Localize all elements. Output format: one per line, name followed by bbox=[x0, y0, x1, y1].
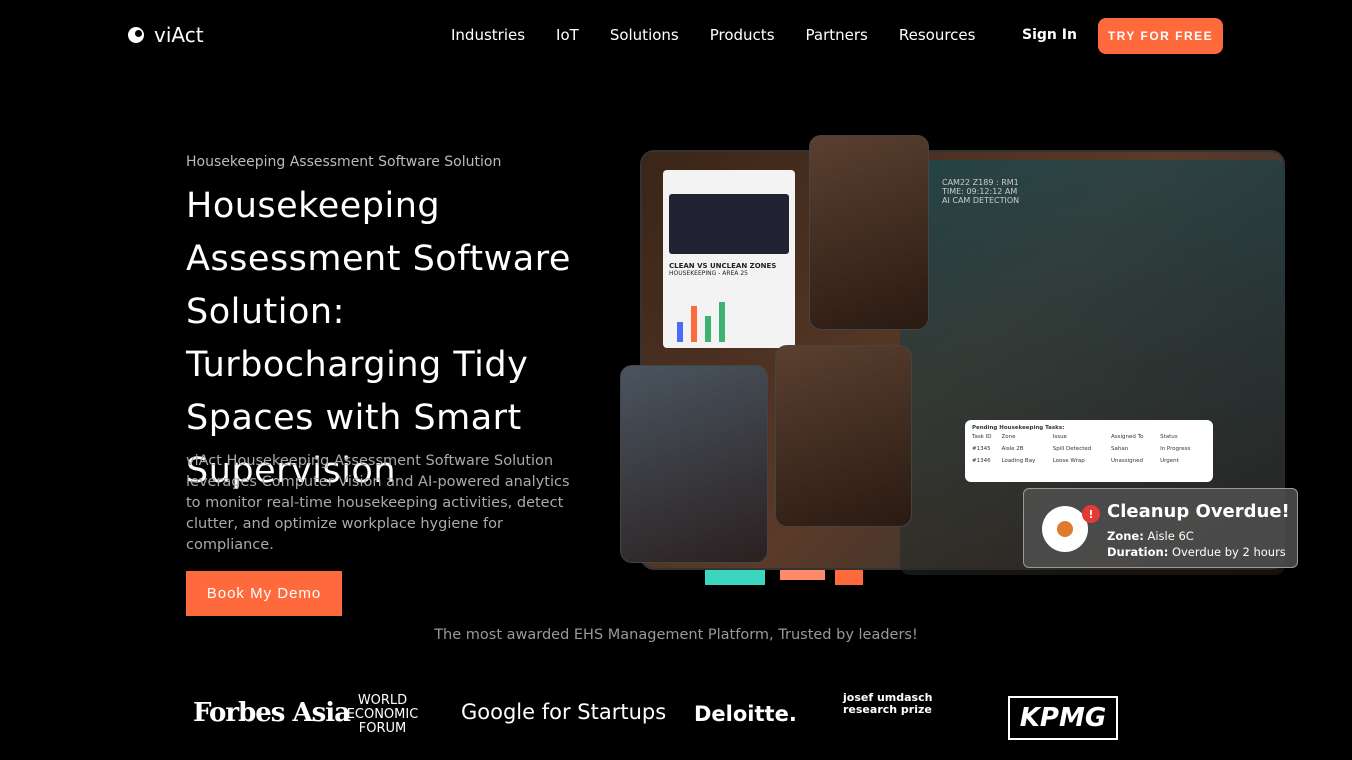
exclamation-icon: ! bbox=[1082, 505, 1100, 523]
nav-partners[interactable]: Partners bbox=[806, 26, 868, 44]
nav-resources[interactable]: Resources bbox=[899, 26, 976, 44]
book-demo-button[interactable]: Book My Demo bbox=[186, 571, 342, 616]
brand-name: viAct bbox=[154, 23, 204, 47]
sign-in-link[interactable]: Sign In bbox=[1022, 27, 1077, 43]
cam-id: CAM22 Z189 : RM1 bbox=[942, 178, 1019, 187]
alert-duration: Overdue by 2 hours bbox=[1171, 545, 1286, 559]
wef-logo: WORLD ECONOMIC FORUM bbox=[346, 693, 419, 736]
google-startups-logo: Google for Startups bbox=[461, 700, 667, 724]
inspector-photo bbox=[620, 365, 768, 563]
nav-industries[interactable]: Industries bbox=[451, 26, 525, 44]
nav-products[interactable]: Products bbox=[710, 26, 775, 44]
brand-logo[interactable]: viAct bbox=[124, 23, 204, 47]
viact-logo-icon bbox=[124, 24, 148, 46]
hero-eyebrow: Housekeeping Assessment Software Solutio… bbox=[186, 154, 502, 170]
trusted-text: The most awarded EHS Management Platform… bbox=[434, 627, 918, 643]
alert-title: Cleanup Overdue! bbox=[1107, 501, 1290, 522]
nav-iot[interactable]: IoT bbox=[556, 26, 579, 44]
dashboard-chart bbox=[669, 194, 789, 254]
cleanup-alert: ! Cleanup Overdue! Zone: Aisle 6C Durati… bbox=[1023, 488, 1298, 568]
dash-bars bbox=[677, 302, 725, 342]
cleaning-photo bbox=[775, 345, 912, 527]
forbes-logo: Forbes Asia bbox=[193, 698, 351, 728]
navbar: viAct Industries IoT Solutions Products … bbox=[0, 0, 1352, 70]
dash-subtitle: HOUSEKEEPING - AREA 25 bbox=[669, 270, 748, 277]
table-row: #1346 Loading Bay Loose Wrap Unassigned Urge… bbox=[972, 458, 1179, 464]
umdasch-logo: josef umdasch research prize bbox=[843, 691, 933, 716]
camera-overlay: CAM22 Z189 : RM1 TIME: 09:12:12 AM AI CA… bbox=[942, 178, 1019, 205]
deloitte-logo: Deloitte. bbox=[694, 702, 797, 726]
table-row: #1345 Aisle 2B Spill Detected Sahan In Progr… bbox=[972, 446, 1191, 452]
try-for-free-button[interactable]: TRY FOR FREE bbox=[1098, 18, 1223, 54]
hero-illustration: CAM22 Z189 : RM1 TIME: 09:12:12 AM AI CA… bbox=[620, 130, 1310, 590]
nav-solutions[interactable]: Solutions bbox=[610, 26, 679, 44]
cam-label: AI CAM DETECTION bbox=[942, 196, 1020, 205]
dashboard-card: CLEAN VS UNCLEAN ZONES HOUSEKEEPING - AR… bbox=[663, 170, 795, 348]
tasks-table: Pending Housekeeping Tasks: Task ID Zone I… bbox=[965, 420, 1213, 482]
dash-title: CLEAN VS UNCLEAN ZONES bbox=[669, 262, 777, 270]
alert-zone: Aisle 6C bbox=[1147, 529, 1194, 543]
kpmg-logo: KPMG bbox=[1008, 696, 1118, 740]
main-menu: Industries IoT Solutions Products Partne… bbox=[451, 26, 975, 44]
hero-description: viAct Housekeeping Assessment Software S… bbox=[186, 453, 570, 553]
partner-logos: Forbes Asia WORLD ECONOMIC FORUM Google … bbox=[0, 690, 1352, 750]
worker-photo bbox=[809, 135, 929, 330]
cam-time: TIME: 09:12:12 AM bbox=[942, 187, 1018, 196]
